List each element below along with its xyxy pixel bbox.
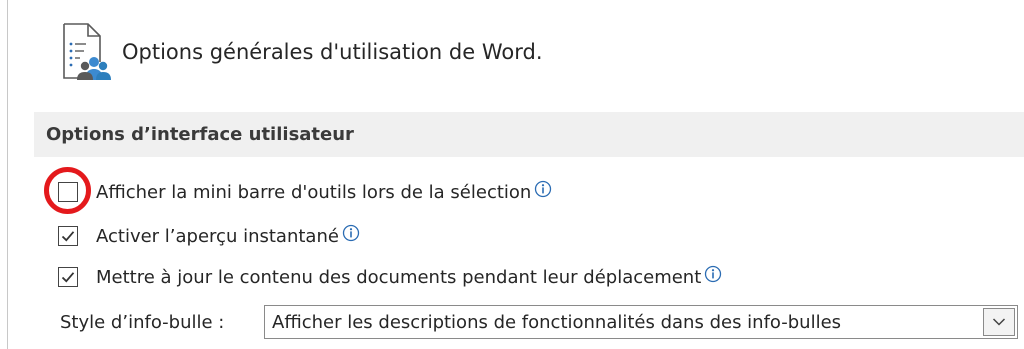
option-update-content-drag[interactable]: Mettre à jour le contenu des documents p… [58,264,722,290]
live-preview-label: Activer l’aperçu instantané [96,225,339,247]
dropdown-button[interactable] [983,308,1015,336]
page-header: Options générales d'utilisation de Word. [58,20,543,84]
chevron-down-icon [992,318,1006,326]
info-icon[interactable] [534,180,552,198]
highlight-circle [44,167,91,214]
tooltip-style-select[interactable]: Afficher les descriptions de fonctionnal… [264,305,1018,339]
update-content-checkbox[interactable] [58,267,78,287]
checkmark-icon [61,272,75,283]
section-header: Options d’interface utilisateur [34,112,1024,157]
info-icon[interactable] [704,265,722,283]
info-icon[interactable] [342,224,360,242]
checkmark-icon [61,231,75,242]
document-options-icon [63,23,111,80]
tooltip-style-value: Afficher les descriptions de fonctionnal… [272,311,842,333]
option-mini-toolbar[interactable]: Afficher la mini barre d'outils lors de … [58,179,552,205]
mini-toolbar-label: Afficher la mini barre d'outils lors de … [96,181,532,203]
update-content-label: Mettre à jour le contenu des documents p… [96,266,702,288]
live-preview-checkbox[interactable] [58,226,78,246]
panel-left-border [7,0,8,349]
tooltip-style-label: Style d’info-bulle : [60,311,225,333]
section-title: Options d’interface utilisateur [46,124,354,145]
page-title: Options générales d'utilisation de Word. [122,40,543,64]
tooltip-style-row: Style d’info-bulle : Afficher les descri… [60,304,1018,340]
option-live-preview[interactable]: Activer l’aperçu instantané [58,223,360,249]
